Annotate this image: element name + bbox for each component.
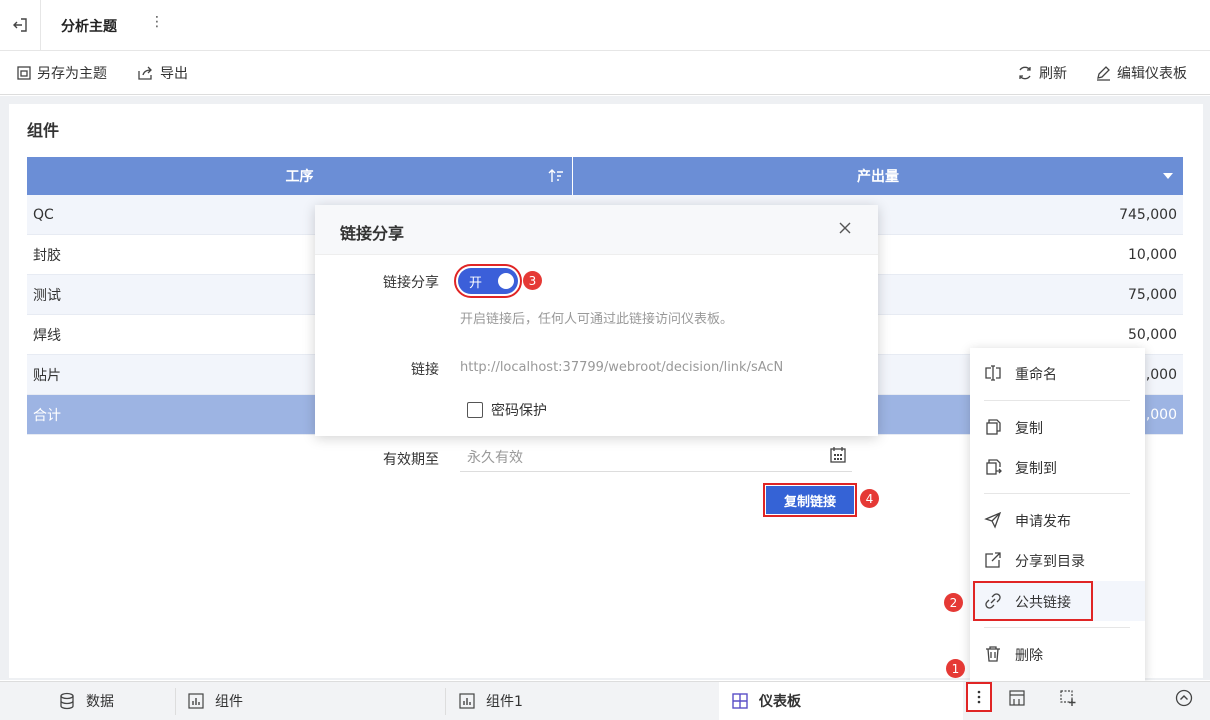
- rename-icon: [985, 365, 1001, 381]
- menu-divider: [984, 627, 1130, 628]
- add-component-icon[interactable]: [1008, 689, 1026, 707]
- expiry-placeholder: 永久有效: [467, 450, 523, 466]
- menu-item-copy-to[interactable]: 复制到: [970, 447, 1145, 487]
- export-icon: [138, 66, 152, 80]
- refresh-icon: [1019, 66, 1031, 80]
- more-icon[interactable]: ⋮: [150, 14, 164, 30]
- edit-dashboard-label: 编辑仪表板: [1117, 66, 1187, 82]
- context-menu: 重命名 复制 复制到 申请发布 分享到目录 公共链接 删除: [970, 348, 1145, 681]
- toggle-text: 开: [469, 276, 483, 291]
- column-header-label: 工序: [285, 169, 314, 185]
- step-badge: 3: [523, 271, 542, 290]
- dashboard-icon: [732, 693, 748, 709]
- bar-chart-icon: [459, 693, 475, 709]
- menu-label: 复制到: [1015, 461, 1057, 477]
- column-header-process[interactable]: 工序: [27, 157, 573, 195]
- sort-icon[interactable]: [548, 168, 564, 184]
- menu-item-copy[interactable]: 复制: [970, 407, 1145, 447]
- link-share-dialog: 链接分享 链接分享 开 开启链接后，任何人可通过此链接访问仪表板。 链接 htt…: [315, 205, 878, 472]
- share-icon: [985, 552, 1001, 568]
- table-header: 工序 产出量: [27, 157, 1183, 195]
- trash-icon: [986, 646, 1000, 662]
- dropdown-icon[interactable]: [1163, 173, 1173, 179]
- menu-item-delete[interactable]: 删除: [970, 634, 1145, 674]
- share-toggle[interactable]: 开: [454, 264, 522, 298]
- more-vertical-icon: [977, 690, 981, 704]
- toggle-knob: [498, 273, 514, 289]
- menu-label: 重命名: [1015, 367, 1057, 383]
- bar-chart-icon: [188, 693, 204, 709]
- tab-label: 仪表板: [759, 694, 801, 710]
- menu-divider: [984, 493, 1130, 494]
- tab-data[interactable]: 数据: [58, 682, 114, 720]
- link-url[interactable]: http://localhost:37799/webroot/decision/…: [460, 360, 783, 375]
- tab-divider: [445, 688, 446, 715]
- bottom-tab-bar: 数据 组件 组件1 仪表板: [0, 681, 1210, 720]
- export-label: 导出: [160, 66, 188, 82]
- password-label: 密码保护: [491, 403, 547, 419]
- dialog-header: 链接分享: [315, 205, 878, 255]
- collapse-up-icon[interactable]: [1175, 689, 1193, 707]
- password-protect-checkbox[interactable]: 密码保护: [467, 400, 547, 420]
- exit-icon: [13, 18, 27, 32]
- copy-icon: [986, 419, 1001, 435]
- toolbar: 另存为主题 导出 刷新 编辑仪表板: [0, 51, 1210, 95]
- checkbox-icon[interactable]: [467, 402, 483, 418]
- export-button[interactable]: 导出: [137, 63, 188, 83]
- tab-component1[interactable]: 组件1: [458, 682, 523, 720]
- tab-more-button[interactable]: [966, 682, 992, 712]
- copy-to-icon: [986, 459, 1002, 475]
- menu-item-public-link[interactable]: 公共链接: [970, 581, 1145, 621]
- menu-label: 申请发布: [1015, 514, 1071, 530]
- tab-dashboard[interactable]: 仪表板: [719, 682, 963, 720]
- column-header-label: 产出量: [857, 169, 899, 185]
- edit-dashboard-button[interactable]: 编辑仪表板: [1095, 63, 1187, 83]
- menu-item-share-to-catalog[interactable]: 分享到目录: [970, 540, 1145, 580]
- save-theme-icon: [17, 66, 31, 80]
- tab-divider: [175, 688, 176, 715]
- menu-divider: [984, 400, 1130, 401]
- close-icon[interactable]: [838, 221, 852, 235]
- refresh-label: 刷新: [1039, 66, 1067, 82]
- menu-label: 分享到目录: [1015, 554, 1085, 570]
- copy-link-button[interactable]: 复制链接: [763, 483, 857, 517]
- link-icon: [985, 593, 1001, 609]
- step-badge: 2: [944, 593, 963, 612]
- add-dashboard-icon[interactable]: [1059, 689, 1077, 707]
- calendar-icon[interactable]: [829, 446, 847, 464]
- expiry-date-field[interactable]: 永久有效: [460, 441, 852, 472]
- tab-label: 组件: [215, 694, 243, 710]
- menu-label: 公共链接: [1015, 595, 1071, 611]
- panel-title: 组件: [27, 121, 60, 140]
- share-label: 链接分享: [383, 275, 439, 291]
- expiry-label: 有效期至: [383, 452, 439, 468]
- step-badge: 4: [860, 489, 879, 508]
- top-bar: 分析主题 ⋮: [0, 0, 1210, 51]
- refresh-button[interactable]: 刷新: [1017, 63, 1067, 83]
- menu-label: 复制: [1015, 421, 1043, 437]
- menu-item-rename[interactable]: 重命名: [970, 353, 1145, 393]
- save-as-theme-label: 另存为主题: [37, 66, 107, 82]
- database-icon: [60, 692, 74, 710]
- send-icon: [984, 511, 1002, 529]
- dialog-title: 链接分享: [340, 224, 405, 243]
- back-button[interactable]: [0, 0, 41, 50]
- menu-item-apply-publish[interactable]: 申请发布: [970, 500, 1145, 540]
- link-label: 链接: [411, 362, 439, 378]
- edit-icon: [1097, 66, 1110, 81]
- share-hint: 开启链接后，任何人可通过此链接访问仪表板。: [460, 312, 734, 327]
- tab-component[interactable]: 组件: [187, 682, 243, 720]
- page-title: 分析主题: [61, 19, 117, 35]
- column-header-output[interactable]: 产出量: [573, 157, 1183, 195]
- save-as-theme-button[interactable]: 另存为主题: [16, 63, 107, 83]
- step-badge: 1: [946, 659, 965, 678]
- menu-label: 删除: [1015, 648, 1043, 664]
- tab-label: 组件1: [486, 694, 523, 710]
- tab-label: 数据: [86, 694, 114, 710]
